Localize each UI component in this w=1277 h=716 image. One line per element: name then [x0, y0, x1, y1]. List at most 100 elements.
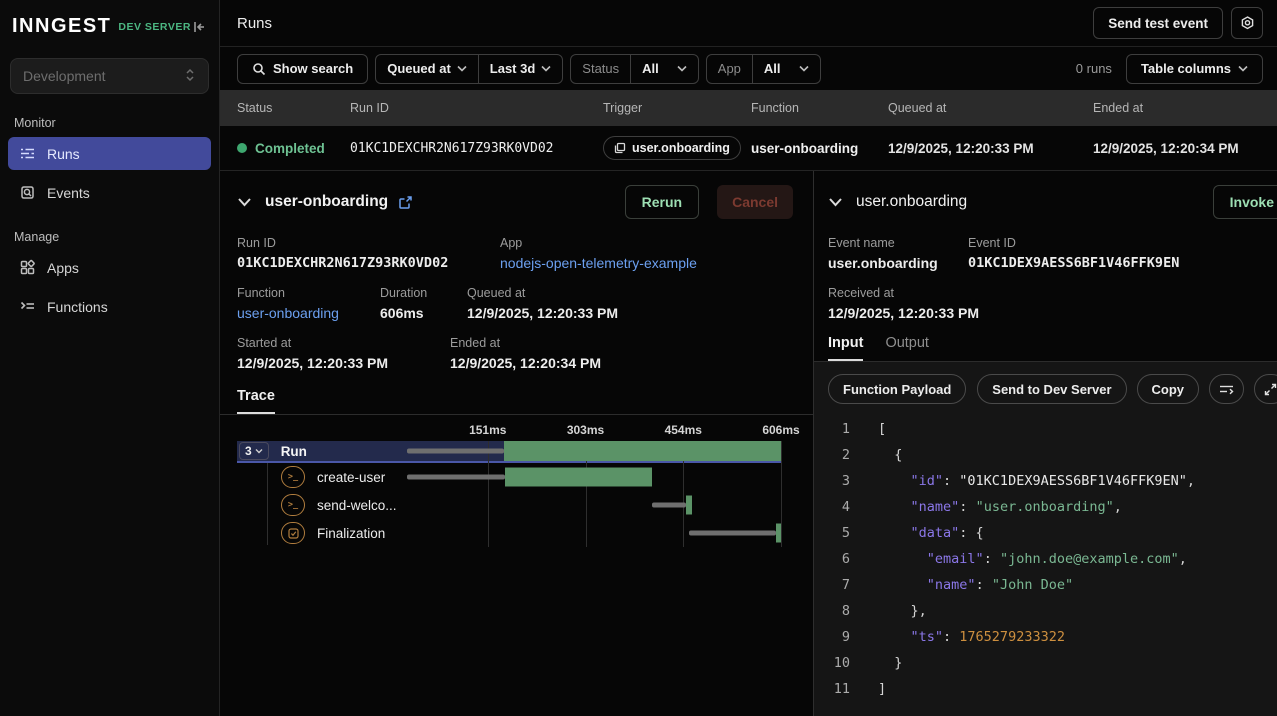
line-number: 6 [814, 546, 850, 572]
time-field-dropdown[interactable]: Queued at [376, 55, 478, 83]
chevron-down-icon [677, 65, 687, 72]
received-at-value: 12/9/2025, 12:20:33 PM [828, 305, 979, 321]
queued-at-cell: 12/9/2025, 12:20:33 PM [888, 141, 1093, 156]
tab-input[interactable]: Input [828, 335, 863, 361]
search-icon [252, 62, 266, 76]
status-filter-dropdown[interactable]: All [630, 55, 698, 83]
sidebar-item-events[interactable]: Events [8, 176, 211, 209]
line-number: 4 [814, 494, 850, 520]
sidebar-collapse-icon[interactable] [191, 19, 207, 35]
code-line: 2 { [814, 442, 1277, 468]
filter-bar: Show search Queued at Last 3d Status [220, 47, 1277, 90]
ended-at-value: 12/9/2025, 12:20:34 PM [450, 355, 601, 371]
trace-track [390, 441, 781, 461]
queued-at-value: 12/9/2025, 12:20:33 PM [467, 305, 618, 321]
inngest-logo: INNGEST [12, 15, 111, 38]
app-window: INNGEST DEV SERVER Development Monitor [0, 0, 1277, 716]
topbar: Runs Send test event [220, 0, 1277, 47]
app-filter-dropdown[interactable]: All [752, 55, 820, 83]
cancel-button[interactable]: Cancel [717, 185, 793, 219]
axis-tick: 303ms [567, 423, 604, 437]
gear-icon [1239, 15, 1256, 32]
trace-row-send-welcome[interactable]: >_ send-welco... [237, 491, 781, 519]
sidebar-item-label: Runs [47, 146, 80, 162]
time-range-dropdown[interactable]: Last 3d [478, 55, 563, 83]
runs-table-header: Status Run ID Trigger Function Queued at… [220, 90, 1277, 126]
updown-chevron-icon [184, 68, 196, 85]
page-title: Runs [237, 15, 272, 32]
trace-track [390, 463, 781, 491]
sidebar-item-apps[interactable]: Apps [8, 251, 211, 284]
status-badge: Completed [255, 141, 325, 156]
function-payload-button[interactable]: Function Payload [828, 374, 966, 404]
sidebar-item-functions[interactable]: Functions [8, 290, 211, 323]
code-line: 5 "data": { [814, 520, 1277, 546]
chevron-down-icon [1238, 65, 1248, 72]
app-link[interactable]: nodejs-open-telemetry-example [500, 255, 697, 271]
line-number: 3 [814, 468, 850, 494]
table-row[interactable]: Completed 01KC1DEXCHR2N617Z93RK0VD02 use… [220, 126, 1277, 170]
events-icon [19, 184, 36, 201]
tab-output[interactable]: Output [885, 335, 929, 361]
word-wrap-button[interactable] [1209, 374, 1244, 404]
table-columns-button[interactable]: Table columns [1126, 54, 1263, 84]
show-search-button[interactable]: Show search [237, 54, 368, 84]
code-line: 10 } [814, 650, 1277, 676]
received-at-label: Received at [828, 286, 979, 300]
expand-button[interactable] [1254, 374, 1277, 404]
event-id-value: 01KC1DEX9AESS6BF1V46FFK9EN [968, 255, 1179, 271]
json-code-viewer: 1[2 {3 "id": "01KC1DEX9AESS6BF1V46FFK9EN… [814, 412, 1277, 716]
event-title: user.onboarding [856, 193, 967, 211]
step-terminal-icon: >_ [281, 466, 305, 488]
trace-row-create-user[interactable]: >_ create-user [237, 463, 781, 491]
trace-row-label: send-welco... [317, 498, 397, 513]
event-detail-panel: user.onboarding Invoke Event name user.o… [814, 171, 1277, 716]
functions-icon [19, 298, 36, 315]
sidebar-item-label: Apps [47, 260, 79, 276]
line-number: 8 [814, 598, 850, 624]
code-line: 7 "name": "John Doe" [814, 572, 1277, 598]
trace-row-label: Finalization [317, 526, 385, 541]
duration-label: Duration [380, 286, 467, 300]
sidebar-item-runs[interactable]: Runs [8, 137, 211, 170]
line-number: 7 [814, 572, 850, 598]
run-title: user-onboarding [265, 193, 388, 211]
trace-row-finalization[interactable]: Finalization [237, 519, 781, 547]
code-line: 6 "email": "john.doe@example.com", [814, 546, 1277, 572]
trace-track [390, 519, 781, 547]
logo-row: INNGEST DEV SERVER [0, 0, 219, 46]
code-line: 9 "ts": 1765279233322 [814, 624, 1277, 650]
invoke-button[interactable]: Invoke [1213, 185, 1277, 219]
collapse-chevron-icon[interactable] [237, 197, 252, 207]
trace-track [390, 491, 781, 519]
rerun-button[interactable]: Rerun [625, 185, 699, 219]
code-line: 8 }, [814, 598, 1277, 624]
status-filter-group: Status All [570, 54, 698, 84]
trace-waterfall: 151ms 303ms 454ms 606ms 3 Run [237, 423, 781, 547]
code-line: 4 "name": "user.onboarding", [814, 494, 1277, 520]
step-terminal-icon: >_ [281, 494, 305, 516]
step-count-badge[interactable]: 3 [239, 442, 269, 460]
sidebar-item-label: Functions [47, 299, 108, 315]
environment-value: Development [23, 68, 106, 84]
send-test-event-button[interactable]: Send test event [1093, 7, 1223, 39]
code-line: 11] [814, 676, 1277, 702]
chevron-down-icon [541, 65, 551, 72]
trigger-badge[interactable]: user.onboarding [603, 136, 741, 160]
line-number: 11 [814, 676, 850, 702]
send-to-dev-server-button[interactable]: Send to Dev Server [977, 374, 1126, 404]
sidebar-item-label: Events [47, 185, 90, 201]
tab-trace[interactable]: Trace [237, 388, 275, 414]
copy-button[interactable]: Copy [1137, 374, 1200, 404]
function-link[interactable]: user-onboarding [237, 305, 380, 321]
detail-panels: user-onboarding Rerun Cancel Run I [220, 170, 1277, 716]
environment-select[interactable]: Development [10, 58, 209, 94]
event-copy-icon [614, 142, 626, 154]
trace-row-run[interactable]: 3 Run [237, 441, 781, 463]
collapse-chevron-icon[interactable] [828, 197, 843, 207]
duration-value: 606ms [380, 305, 467, 321]
external-link-icon[interactable] [398, 195, 413, 210]
apps-icon [19, 259, 36, 276]
settings-button[interactable] [1231, 7, 1263, 39]
runs-count: 0 runs [1076, 61, 1112, 76]
